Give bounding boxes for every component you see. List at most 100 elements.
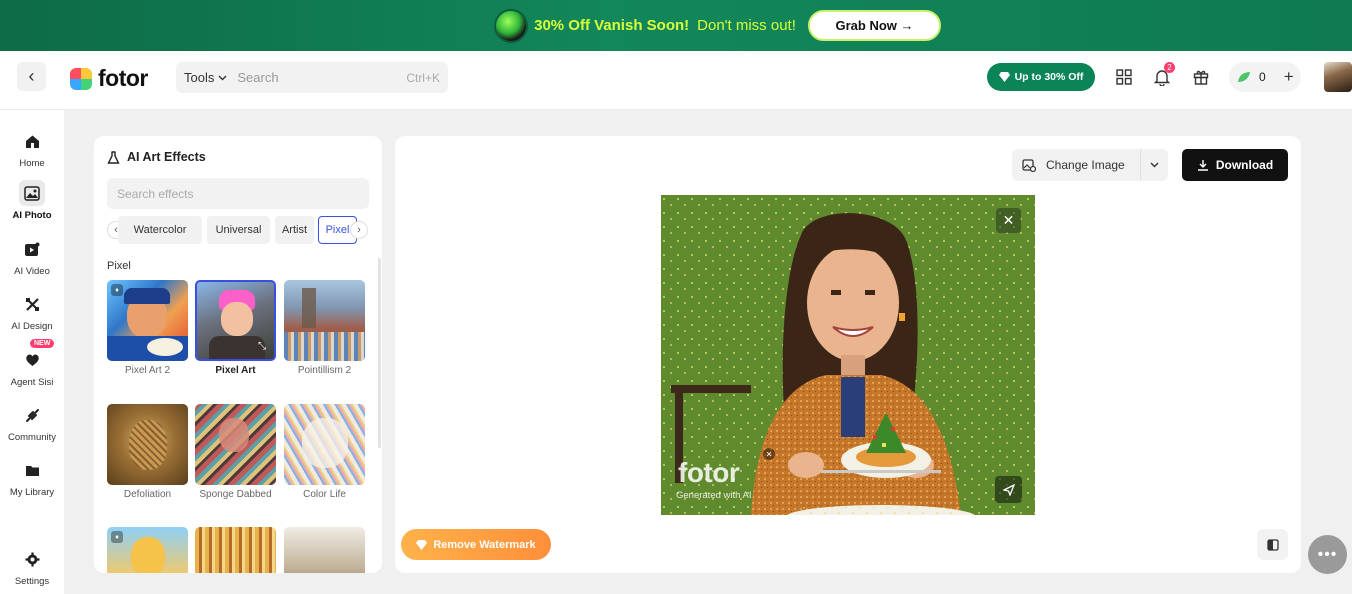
remove-watermark-button[interactable]: Remove Watermark [401,529,551,560]
effect-thumbnail-row3-3[interactable] [284,527,365,573]
folder-icon [19,457,45,483]
search-shortcut: Ctrl+K [406,70,440,85]
chevron-down-icon [1150,162,1159,168]
discount-pill-label: Up to 30% Off [1014,71,1084,83]
compare-button[interactable] [1257,529,1288,560]
back-button[interactable]: ‹ [17,62,46,91]
sidebar-item-home[interactable]: Home [0,128,64,169]
ai-video-icon [19,236,45,262]
effects-scrollbar[interactable] [378,258,381,448]
sidebar-item-label: AI Design [11,321,53,332]
effect-label: Pixel Art [215,365,256,376]
search-input[interactable]: Search [237,70,406,85]
effect-category-chips: ‹ Watercolor Universal Artist Pixel › [107,216,369,244]
change-image-dropdown[interactable] [1140,149,1168,181]
expand-icon[interactable]: ⤡ [258,341,271,354]
download-icon [1197,160,1208,171]
sidebar-item-ai-video[interactable]: AI Video [0,236,64,277]
sidebar-item-label: Settings [14,576,50,587]
chip-watercolor[interactable]: Watercolor [118,216,202,244]
remove-watermark-label: Remove Watermark [433,538,536,551]
sidebar-item-label: AI Video [14,266,50,277]
sidebar-item-agent-sisi[interactable]: NEW Agent Sisi [0,339,64,388]
effects-panel: AI Art Effects Search effects ‹ Watercol… [94,136,382,573]
compare-icon [1266,538,1279,551]
chips-next-button[interactable]: › [350,221,368,239]
effect-thumbnail-sponge-dabbed[interactable] [195,404,276,485]
send-icon [1002,483,1015,496]
chip-universal[interactable]: Universal [207,216,270,244]
apps-grid-button[interactable] [1112,65,1136,89]
download-button[interactable]: Download [1182,149,1288,181]
change-image-button[interactable]: Change Image [1012,149,1168,181]
effect-label: Defoliation [123,489,172,500]
section-label: Pixel [107,260,131,272]
sidebar-item-ai-photo[interactable]: AI Photo [0,180,64,221]
change-image-label: Change Image [1046,158,1125,172]
share-button[interactable] [995,476,1022,503]
watermark-close-button[interactable]: ✕ [763,448,775,460]
ai-design-icon [19,291,45,317]
home-icon [19,128,45,154]
ai-photo-icon [19,180,45,206]
effect-label: Sponge Dabbed [199,489,272,500]
effect-thumbnail-pixel-art-2[interactable]: ♦ [107,280,188,361]
logo-mark-icon [70,67,92,90]
global-search[interactable]: Tools Search Ctrl+K [176,62,448,93]
watermark-logo: fotor [678,457,740,488]
credits-pill[interactable]: 0 + [1229,62,1301,92]
sidebar-item-community[interactable]: Community [0,402,64,443]
chevron-down-icon [218,75,227,80]
sidebar-item-label: My Library [9,487,55,498]
effect-label: Pointillism 2 [297,365,352,376]
community-icon [19,402,45,428]
sidebar-item-label: Home [19,158,45,169]
grid-icon [1116,69,1132,85]
effects-title-text: AI Art Effects [127,150,206,164]
effect-thumbnail-color-life[interactable] [284,404,365,485]
leaf-icon [1238,72,1250,82]
effect-thumbnail-defoliation[interactable] [107,404,188,485]
discount-pill-button[interactable]: Up to 30% Off [987,63,1095,91]
generated-image[interactable]: ✕ ✕ fotor Generated with AI [661,195,1035,515]
effect-thumbnail-row3-1[interactable]: ♦ [107,527,188,573]
more-options-button[interactable]: ••• [1308,535,1347,574]
change-image-icon [1012,158,1046,172]
gift-button[interactable] [1189,65,1213,89]
fotor-logo[interactable]: fotor [70,65,148,92]
diamond-icon: ♦ [111,284,123,296]
new-badge: NEW [30,339,55,348]
plus-icon[interactable]: + [1284,67,1294,87]
effect-label: Color Life [303,489,346,500]
sidebar-item-label: Community [7,432,57,443]
credits-count: 0 [1259,70,1266,84]
chevron-left-icon: ‹ [28,66,35,86]
sidebar-item-label: AI Photo [12,210,52,221]
notifications-button[interactable]: 2 [1150,62,1175,89]
canvas-area: Change Image Download ✕ ✕ fotor Generate… [395,136,1301,573]
gear-icon [19,546,45,572]
effects-search-input[interactable]: Search effects [107,178,369,209]
tools-dropdown[interactable]: Tools [176,70,237,85]
diamond-icon [998,72,1010,82]
effects-panel-title: AI Art Effects [107,150,206,164]
sidebar-item-settings[interactable]: Settings [0,546,64,587]
sidebar-item-label: Agent Sisi [10,377,54,388]
diamond-icon [416,539,428,550]
promo-text: Don't miss out! [697,17,796,34]
effect-thumbnail-row3-2[interactable] [195,527,276,573]
close-image-button[interactable]: ✕ [996,208,1021,233]
effect-label: Pixel Art 2 [124,365,171,376]
effect-thumbnail-pixel-art[interactable]: ⤡ [195,280,276,361]
logo-text: fotor [98,65,148,91]
diamond-icon: ♦ [111,531,123,543]
chip-artist[interactable]: Artist [275,216,314,244]
user-avatar[interactable] [1324,62,1352,92]
grab-now-button[interactable]: Grab Now → [808,10,941,41]
effect-thumbnail-pointillism-2[interactable] [284,280,365,361]
close-icon: ✕ [1002,212,1015,228]
sidebar-item-ai-design[interactable]: AI Design [0,291,64,332]
tools-label: Tools [184,70,215,85]
top-bar: ‹ fotor Tools Search Ctrl+K Up to 30% Of… [0,51,1352,110]
sidebar-item-my-library[interactable]: My Library [0,457,64,498]
